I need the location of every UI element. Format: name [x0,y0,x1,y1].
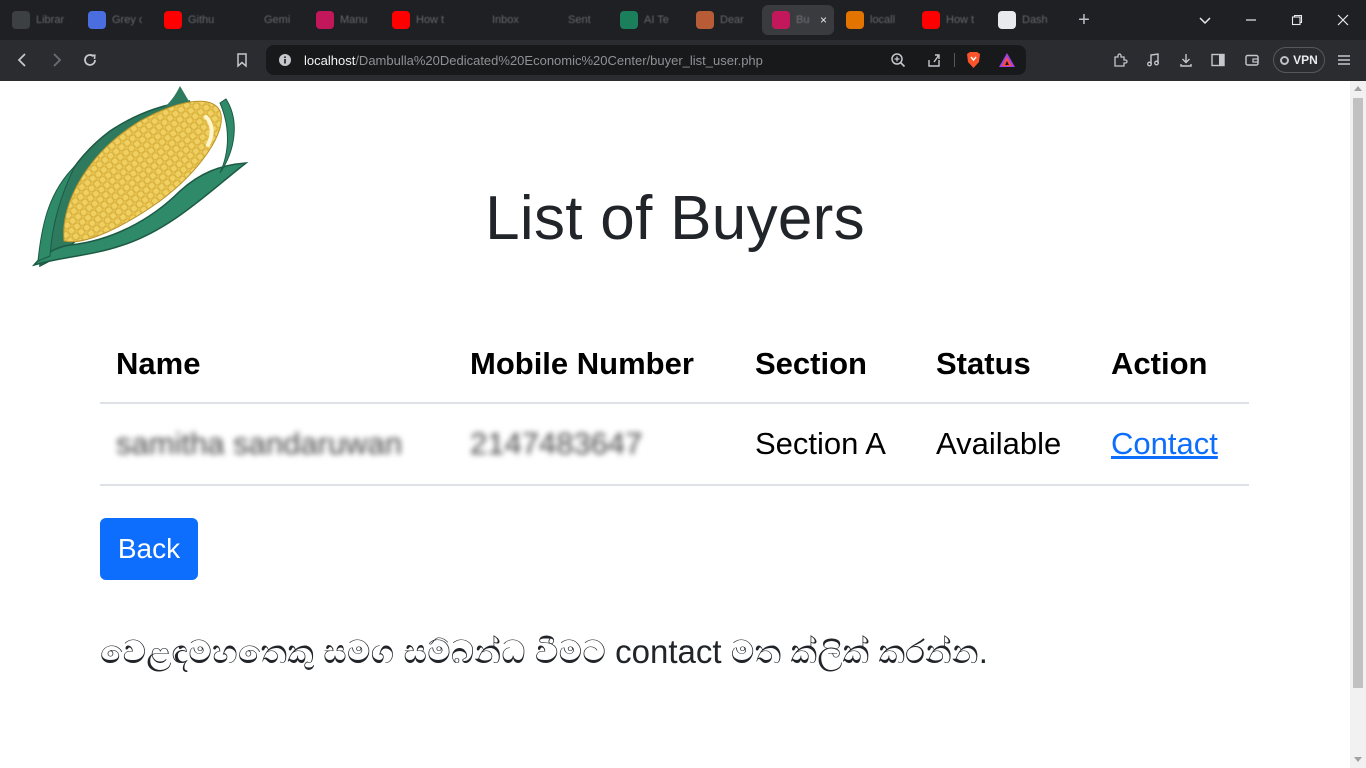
brave-rewards-icon[interactable] [998,52,1016,68]
column-header-status: Status [920,325,1095,404]
youtube-icon [392,11,410,29]
page-viewport: List of Buyers Name Mobile Number Sectio… [0,81,1350,768]
menu-icon[interactable] [1328,44,1360,76]
buyer-status: Available [920,403,1095,486]
page-icon [998,11,1016,29]
back-arrow-icon[interactable] [7,44,39,76]
browser-tab[interactable]: locall [836,5,910,35]
buyer-mobile-cell: 2147483647 [454,403,739,486]
browser-tab[interactable]: Grey c [78,5,152,35]
omnibox-divider [954,53,955,67]
zoom-icon[interactable] [890,52,906,68]
tab-search-icon[interactable] [1182,0,1228,40]
browser-tab[interactable]: Gemi [230,5,304,35]
vpn-status-icon [1280,55,1290,65]
browser-tab[interactable]: Dash [988,5,1062,35]
gemini-icon [240,11,258,29]
buyer-mobile: 2147483647 [470,426,643,461]
site-info-icon[interactable] [278,53,292,67]
gmail-icon [544,11,562,29]
sidebar-icon[interactable] [1202,44,1234,76]
globe-icon [88,11,106,29]
table-header-row: Name Mobile Number Section Status Action [100,325,1249,404]
server-icon [846,11,864,29]
vpn-label: VPN [1293,53,1318,67]
vpn-button[interactable]: VPN [1273,47,1325,73]
tab-title: Grey c [112,14,142,26]
app-icon [696,11,714,29]
tab-title: Sent [568,14,591,26]
restore-button[interactable] [1274,0,1320,40]
browser-tab[interactable]: How t [382,5,456,35]
page-title: List of Buyers [485,184,865,253]
scroll-down-arrow-icon[interactable] [1354,757,1362,762]
url-host: localhost [304,52,356,68]
youtube-icon [922,11,940,29]
buyer-name: samitha sandaruwan [116,426,403,461]
buyer-action-cell: Contact [1095,403,1249,486]
close-tab-icon[interactable]: × [820,13,827,27]
tab-list: Librar Grey c Githu Gemi Manu How t Inbox Sent A… [0,5,1062,35]
new-tab-button[interactable]: + [1072,9,1096,32]
buyers-table: Name Mobile Number Section Status Action… [100,325,1249,486]
buyer-section: Section A [739,403,920,486]
page-scrollbar[interactable] [1350,81,1366,768]
gmail-icon [468,11,486,29]
tab-title: Gemi [264,14,291,26]
media-icon[interactable] [1137,44,1169,76]
forward-arrow-icon[interactable] [40,44,72,76]
download-icon[interactable] [1170,44,1202,76]
tab-title: How t [416,14,445,26]
reload-icon[interactable] [74,44,106,76]
browser-tab[interactable]: Dear [686,5,760,35]
tab-title: Inbox [492,14,519,26]
tab-title: How t [946,14,975,26]
tab-title: Githu [188,14,215,26]
column-header-name: Name [100,325,454,404]
browser-tab[interactable]: How t [912,5,986,35]
brave-shields-icon[interactable] [965,51,982,69]
browser-tab[interactable]: Inbox [458,5,532,35]
browser-tab[interactable]: Githu [154,5,228,35]
scrollbar-thumb[interactable] [1353,98,1363,688]
wallet-icon[interactable] [1236,44,1268,76]
table-row: samitha sandaruwan 2147483647 Section A … [100,403,1249,486]
browser-tab[interactable]: Bu × [762,5,834,35]
extensions-icon[interactable] [1104,44,1136,76]
github-icon [12,11,30,29]
browser-tab[interactable]: AI Te [610,5,684,35]
youtube-icon [164,11,182,29]
tab-title: Manu [340,14,368,26]
browser-tab[interactable]: Sent [534,5,608,35]
buyer-name-cell: samitha sandaruwan [100,403,454,486]
tab-title: Bu [796,14,810,26]
column-header-action: Action [1095,325,1249,404]
tab-title: locall [870,14,896,26]
tab-title: Librar [36,14,65,26]
url-text: localhost/Dambulla%20Dedicated%20Economi… [304,53,763,68]
tab-title: Dear [720,14,744,26]
share-icon[interactable] [926,52,942,68]
back-button[interactable]: Back [100,518,198,580]
close-window-button[interactable] [1320,0,1366,40]
column-header-section: Section [739,325,920,404]
tab-title: AI Te [644,14,669,26]
app-icon [316,11,334,29]
contact-link[interactable]: Contact [1111,426,1218,461]
url-path: /Dambulla%20Dedicated%20Economic%20Cente… [355,52,763,68]
browser-toolbar: localhost/Dambulla%20Dedicated%20Economi… [0,40,1366,81]
browser-tab[interactable]: Manu [306,5,380,35]
tab-strip: Librar Grey c Githu Gemi Manu How t Inbox Sent A… [0,0,1366,40]
minimize-button[interactable] [1228,0,1274,40]
contact-instruction: වෙළඳමහතෙකු සමග සම්බන්ධ වීමට contact මත ක… [100,633,988,670]
address-bar[interactable]: localhost/Dambulla%20Dedicated%20Economi… [266,45,1026,75]
openai-icon [620,11,638,29]
column-header-mobile: Mobile Number [454,325,739,404]
scroll-up-arrow-icon[interactable] [1354,86,1362,91]
bookmark-icon[interactable] [226,44,258,76]
app-icon [772,11,790,29]
tab-title: Dash [1022,14,1048,26]
browser-tab[interactable]: Librar [2,5,76,35]
